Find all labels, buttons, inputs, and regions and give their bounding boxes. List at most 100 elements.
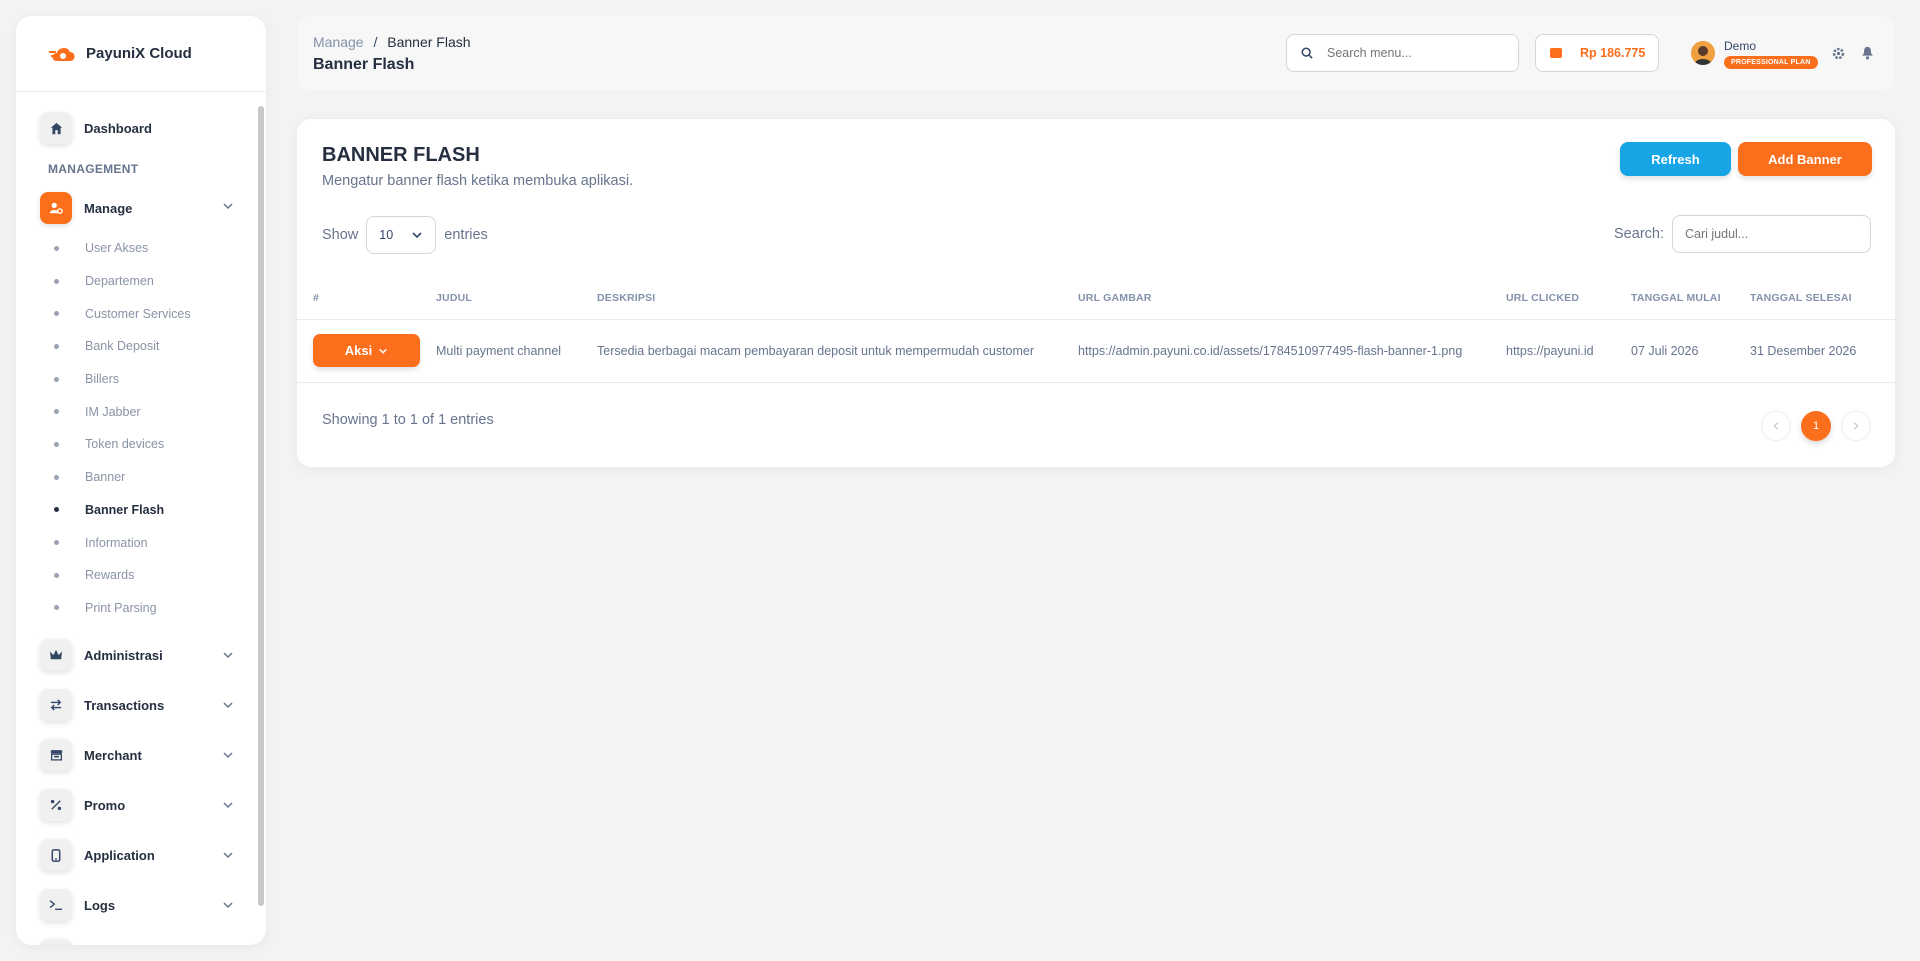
sidebar-item-label: Application: [84, 847, 155, 863]
add-banner-button[interactable]: Add Banner: [1738, 142, 1872, 176]
home-icon: [40, 112, 72, 144]
cell-judul: Multi payment channel: [436, 319, 597, 383]
column-header-url-clicked[interactable]: URL CLICKED: [1506, 278, 1631, 320]
mobile-icon: [40, 839, 72, 872]
sidebar-item-label: Logs: [84, 897, 116, 913]
column-header-tanggal-mulai[interactable]: TANGGAL MULAI: [1631, 278, 1750, 320]
show-label: Show: [322, 227, 359, 243]
column-header-index[interactable]: #: [297, 278, 436, 320]
cell-deskripsi: Tersedia berbagai macam pembayaran depos…: [597, 319, 1078, 383]
sidebar: PayuniX Cloud Dashboard MANAGEMENT Manag…: [16, 16, 266, 945]
page-title: Banner Flash: [313, 56, 415, 73]
table-search-input[interactable]: [1672, 215, 1871, 253]
submenu-label: User Akses: [85, 241, 149, 256]
brand[interactable]: PayuniX Cloud: [16, 16, 266, 92]
submenu-item-banner-flash[interactable]: Banner Flash: [54, 494, 256, 527]
entries-label: entries: [444, 227, 488, 243]
sidebar-item-manage[interactable]: Manage: [16, 188, 256, 228]
breadcrumb-separator: /: [373, 34, 378, 50]
column-header-url-gambar[interactable]: URL GAMBAR: [1078, 278, 1506, 320]
submenu-label: Banner: [85, 470, 126, 485]
manage-submenu: User Akses Departemen Customer Services …: [16, 232, 256, 624]
cloud-logo-icon: [48, 41, 78, 67]
column-header-judul[interactable]: JUDUL: [436, 278, 597, 320]
user-name[interactable]: Demo: [1724, 39, 1756, 53]
cell-url-gambar: https://admin.payuni.co.id/assets/178451…: [1078, 319, 1506, 383]
card-subtitle: Mengatur banner flash ketika membuka apl…: [322, 173, 634, 189]
submenu-label: Departemen: [85, 274, 154, 289]
submenu-label: Rewards: [85, 568, 135, 583]
chevron-down-icon: [223, 203, 233, 210]
submenu-label: Banner Flash: [85, 502, 165, 517]
bell-icon[interactable]: [1861, 46, 1874, 65]
aksi-dropdown-button[interactable]: Aksi: [313, 334, 420, 367]
submenu-item-rewards[interactable]: Rewards: [54, 559, 256, 592]
chevron-down-icon: [379, 348, 388, 354]
chevron-down-icon: [223, 702, 233, 709]
balance-display[interactable]: Rp 186.775: [1535, 34, 1659, 72]
table-search: Search:: [1614, 215, 1871, 253]
submenu-label: Print Parsing: [85, 600, 157, 615]
avatar[interactable]: [1691, 41, 1715, 65]
aksi-label: Aksi: [344, 343, 373, 358]
bullet-icon: [54, 311, 59, 317]
menu-search-input[interactable]: [1327, 46, 1507, 60]
submenu-item-bank-deposit[interactable]: Bank Deposit: [54, 330, 256, 363]
chevron-down-icon: [223, 802, 233, 809]
store-icon: [40, 739, 72, 772]
percent-icon: [40, 789, 72, 822]
card-title: BANNER FLASH: [322, 144, 480, 166]
plan-badge: PROFESSIONAL PLAN: [1724, 56, 1818, 69]
entries-select[interactable]: 10: [366, 216, 437, 254]
crown-icon: [40, 639, 72, 672]
submenu-item-banner[interactable]: Banner: [54, 461, 256, 494]
sidebar-item-more[interactable]: [16, 930, 256, 945]
column-header-tanggal-selesai[interactable]: TANGGAL SELESAI: [1750, 278, 1895, 320]
submenu-label: Token devices: [85, 437, 165, 452]
breadcrumb-parent[interactable]: Manage: [313, 34, 364, 50]
breadcrumb: Manage / Banner Flash: [313, 34, 471, 50]
banner-flash-card: BANNER FLASH Mengatur banner flash ketik…: [297, 119, 1895, 467]
refresh-button[interactable]: Refresh: [1620, 142, 1731, 176]
exchange-icon: [40, 689, 72, 722]
submenu-item-im-jabber[interactable]: IM Jabber: [54, 395, 256, 428]
menu-search[interactable]: [1286, 34, 1519, 72]
sidebar-item-merchant[interactable]: Merchant: [16, 730, 256, 780]
sidebar-item-label: Transactions: [84, 697, 165, 713]
pagination-page[interactable]: 1: [1801, 411, 1831, 441]
sidebar-item-application[interactable]: Application: [16, 830, 256, 880]
sidebar-item-administrasi[interactable]: Administrasi: [16, 630, 256, 680]
submenu-label: IM Jabber: [85, 404, 141, 419]
submenu-item-user-akses[interactable]: User Akses: [54, 232, 256, 265]
gear-icon[interactable]: [1832, 47, 1845, 65]
wallet-icon: [1550, 48, 1562, 58]
entries-length-control: Show 10 entries: [322, 216, 488, 254]
submenu-label: Information: [85, 535, 148, 550]
submenu-item-departemen[interactable]: Departemen: [54, 265, 256, 298]
pagination-next[interactable]: [1841, 411, 1871, 441]
submenu-item-print-parsing[interactable]: Print Parsing: [54, 592, 256, 625]
pagination-prev[interactable]: [1761, 411, 1791, 441]
sidebar-scrollbar[interactable]: [258, 106, 264, 906]
sidebar-item-promo[interactable]: Promo: [16, 780, 256, 830]
cell-tanggal-selesai: 31 Desember 2026: [1750, 319, 1895, 383]
bullet-icon: [54, 540, 59, 546]
table-row: Aksi Multi payment channel Tersedia berb…: [297, 319, 1895, 383]
menu-icon: [40, 939, 72, 945]
bullet-icon: [54, 409, 59, 415]
submenu-item-information[interactable]: Information: [54, 526, 256, 559]
submenu-item-billers[interactable]: Billers: [54, 363, 256, 396]
column-header-deskripsi[interactable]: DESKRIPSI: [597, 278, 1078, 320]
submenu-label: Billers: [85, 372, 120, 387]
submenu-item-customer-services[interactable]: Customer Services: [54, 297, 256, 330]
entries-select-value: 10: [379, 228, 394, 242]
sidebar-item-logs[interactable]: Logs: [16, 880, 256, 930]
submenu-item-token-devices[interactable]: Token devices: [54, 428, 256, 461]
chevron-right-icon: [1853, 422, 1859, 430]
bullet-icon: [54, 245, 59, 251]
bullet-icon: [54, 572, 59, 578]
brand-title: PayuniX Cloud: [86, 45, 192, 62]
section-heading: MANAGEMENT: [48, 162, 139, 176]
sidebar-item-transactions[interactable]: Transactions: [16, 680, 256, 730]
sidebar-item-dashboard[interactable]: Dashboard: [16, 108, 256, 148]
